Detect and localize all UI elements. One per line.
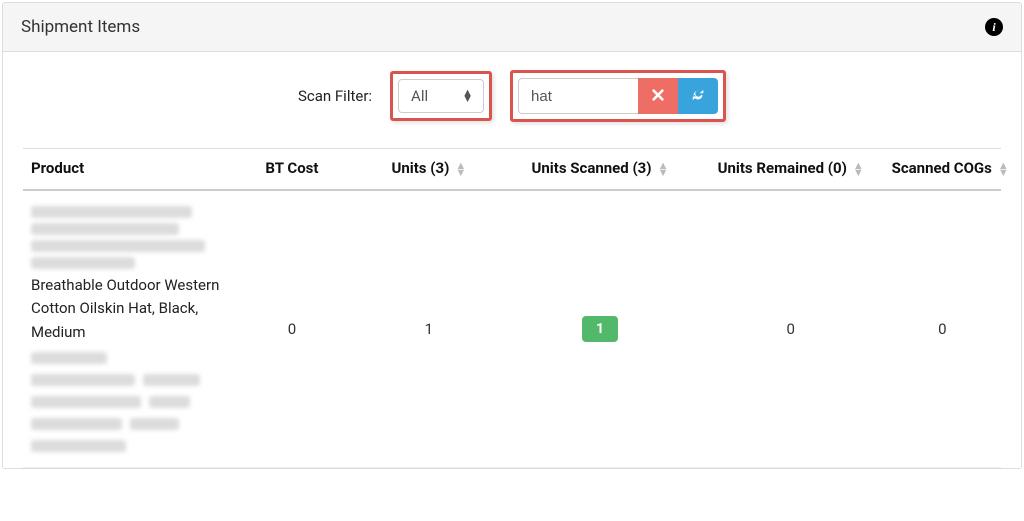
units-remained-cell: 0	[698, 190, 884, 467]
redacted-text	[31, 396, 141, 408]
bt-cost-cell: 0	[228, 190, 355, 467]
redacted-text	[31, 440, 126, 452]
col-product[interactable]: Product	[23, 149, 228, 191]
col-scanned-cogs[interactable]: Scanned COGs▲▼	[884, 149, 1001, 191]
panel-body: Scan Filter: All ▲▼	[3, 52, 1021, 468]
redacted-text	[149, 396, 191, 408]
redacted-text	[130, 418, 179, 430]
col-units-remained[interactable]: Units Remained (0)▲▼	[698, 149, 884, 191]
scan-filter-selected-value: All	[411, 87, 428, 105]
chevron-up-down-icon: ▲▼	[462, 90, 473, 102]
table-header-row: Product BT Cost Units (3)▲▼ Units Scanne…	[23, 149, 1001, 191]
close-icon	[651, 88, 665, 105]
refresh-search-button[interactable]	[678, 78, 718, 114]
redacted-text	[31, 240, 205, 252]
info-icon[interactable]: i	[985, 18, 1003, 36]
sort-icon: ▲▼	[853, 162, 864, 176]
search-group-highlight	[510, 70, 726, 122]
col-units[interactable]: Units (3)▲▼	[356, 149, 503, 191]
panel-title: Shipment Items	[21, 17, 140, 37]
table-row: Breathable Outdoor Western Cotton Oilski…	[23, 190, 1001, 467]
redacted-text	[31, 206, 192, 218]
redacted-text	[31, 352, 107, 364]
panel-header: Shipment Items i	[3, 3, 1021, 52]
units-cell: 1	[356, 190, 503, 467]
shipment-items-panel: Shipment Items i Scan Filter: All ▲▼	[2, 2, 1022, 469]
product-name: Breathable Outdoor Western Cotton Oilski…	[31, 276, 219, 341]
sort-icon: ▲▼	[658, 162, 669, 176]
scanned-cogs-cell: 0	[884, 190, 1001, 467]
redacted-text	[31, 257, 135, 269]
search-input[interactable]	[518, 78, 638, 114]
scan-filter-select[interactable]: All ▲▼	[398, 79, 484, 113]
col-bt-cost[interactable]: BT Cost	[228, 149, 355, 191]
product-cell: Breathable Outdoor Western Cotton Oilski…	[23, 190, 228, 467]
refresh-icon	[691, 88, 705, 105]
sort-icon: ▲▼	[455, 162, 466, 176]
scan-filter-label: Scan Filter:	[298, 87, 372, 105]
shipment-items-table: Product BT Cost Units (3)▲▼ Units Scanne…	[23, 148, 1001, 468]
scanned-badge: 1	[582, 316, 618, 342]
units-scanned-cell: 1	[502, 190, 698, 467]
redacted-text	[31, 374, 135, 386]
sort-icon: ▲▼	[998, 162, 1009, 176]
scan-filter-select-highlight: All ▲▼	[390, 71, 492, 121]
col-units-scanned[interactable]: Units Scanned (3)▲▼	[502, 149, 698, 191]
filter-row: Scan Filter: All ▲▼	[23, 70, 1001, 122]
redacted-text	[31, 223, 179, 235]
redacted-text	[31, 418, 122, 430]
clear-search-button[interactable]	[638, 78, 678, 114]
redacted-text	[143, 374, 200, 386]
